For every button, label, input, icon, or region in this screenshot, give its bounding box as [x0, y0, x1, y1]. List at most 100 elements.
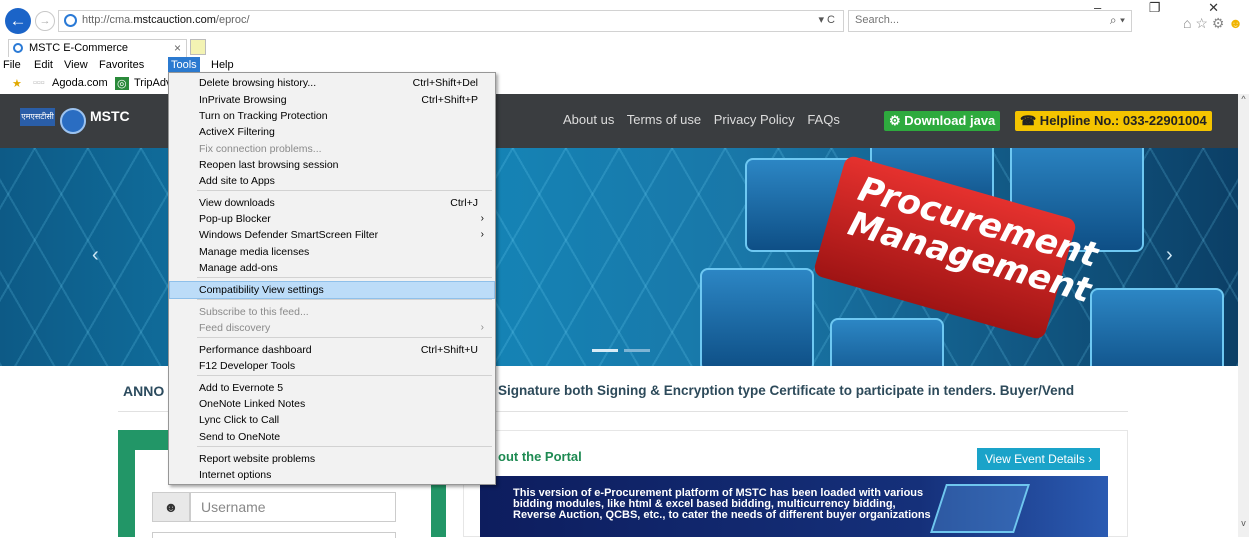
menu-help[interactable]: Help: [208, 57, 237, 73]
tools-menu-item[interactable]: Windows Defender SmartScreen Filter ›: [170, 227, 494, 243]
menu-separator: [197, 337, 492, 338]
menu-item-label: Delete browsing history...: [199, 77, 317, 89]
nav-terms[interactable]: Terms of use: [627, 112, 701, 127]
menu-item-label: View downloads: [199, 197, 275, 209]
username-input[interactable]: [190, 492, 396, 522]
menu-separator: [197, 190, 492, 191]
ie-page-icon: [64, 14, 77, 27]
announcement-label: ANNO: [123, 383, 165, 399]
carousel-prev-icon[interactable]: ‹: [92, 244, 99, 267]
scroll-up-icon[interactable]: ^: [1238, 94, 1249, 108]
menu-item-label: Add site to Apps: [199, 175, 275, 187]
menu-item-label: Subscribe to this feed...: [199, 306, 309, 318]
menu-item-label: Lync Click to Call: [199, 414, 280, 426]
menu-item-shortcut: Ctrl+Shift+Del: [412, 77, 478, 89]
menu-tools[interactable]: Tools: [168, 57, 200, 73]
portal-title: out the Portal: [498, 449, 582, 464]
scroll-down-icon[interactable]: v: [1238, 518, 1249, 532]
tools-menu-item[interactable]: F12 Developer Tools: [170, 358, 494, 374]
menu-item-label: Reopen last browsing session: [199, 159, 339, 171]
menu-view[interactable]: View: [61, 57, 91, 73]
tools-menu-item[interactable]: Manage media licenses: [170, 244, 494, 260]
menu-item-label: Pop-up Blocker: [199, 213, 271, 225]
nav-privacy[interactable]: Privacy Policy: [714, 112, 795, 127]
back-button[interactable]: ←: [5, 8, 31, 34]
password-field[interactable]: [152, 532, 396, 538]
menu-separator: [197, 375, 492, 376]
favorites-star-icon[interactable]: ★: [12, 77, 22, 90]
tools-menu-item[interactable]: Lync Click to Call: [170, 412, 494, 428]
search-input[interactable]: [855, 14, 1055, 26]
browser-tab[interactable]: MSTC E-Commerce ×: [8, 39, 187, 57]
keyboard-key: [830, 318, 944, 366]
view-event-details-button[interactable]: View Event Details ›: [977, 448, 1101, 470]
tripadvisor-icon: ◎: [115, 77, 129, 90]
tools-menu-item[interactable]: Send to OneNote: [170, 429, 494, 445]
menu-item-label: F12 Developer Tools: [199, 360, 296, 372]
tools-menu-item[interactable]: OneNote Linked Notes: [170, 396, 494, 412]
portal-description: This version of e-Procurement platform o…: [513, 487, 931, 521]
mstc-logo[interactable]: एमएसटीसी MSTC: [20, 108, 155, 134]
top-nav: About us Terms of use Privacy Policy FAQ…: [563, 112, 849, 127]
search-box[interactable]: ⌕ ▾: [848, 10, 1132, 32]
carousel-indicators: [592, 343, 656, 355]
menu-item-label: Send to OneNote: [199, 431, 281, 443]
tab-close-icon[interactable]: ×: [174, 41, 181, 55]
tools-menu-item[interactable]: Turn on Tracking Protection: [170, 108, 494, 124]
tools-menu-item[interactable]: Report website problems: [170, 451, 494, 467]
tools-menu-item[interactable]: Compatibility View settings: [169, 281, 495, 299]
keyboard-key: [1090, 288, 1224, 366]
submenu-arrow-icon: ›: [480, 213, 484, 224]
tools-menu-item[interactable]: Add site to Apps: [170, 173, 494, 189]
page-scrollbar[interactable]: [1238, 94, 1249, 537]
agoda-icon: ▫▫▫: [33, 77, 45, 89]
tools-menu-item[interactable]: Reopen last browsing session: [170, 157, 494, 173]
menu-bar: File Edit View Favorites Tools Help: [0, 57, 1249, 73]
tools-menu-item[interactable]: Add to Evernote 5: [170, 380, 494, 396]
menu-item-shortcut: Ctrl+J: [450, 197, 478, 209]
menu-item-label: InPrivate Browsing: [199, 94, 287, 106]
address-bar[interactable]: http://cma.mstcauction.com/eproc/ ▾ C: [58, 10, 844, 32]
menu-separator: [197, 277, 492, 278]
globe-icon: [60, 108, 86, 134]
carousel-dot[interactable]: [624, 349, 650, 352]
carousel-dot-active[interactable]: [592, 349, 618, 352]
forward-button[interactable]: →: [35, 11, 55, 31]
tools-menu-item[interactable]: Manage add-ons: [170, 260, 494, 276]
menu-item-label: Report website problems: [199, 453, 316, 465]
home-star-gear-icons[interactable]: ⌂ ☆ ⚙: [1183, 15, 1224, 31]
menu-item-label: Manage add-ons: [199, 262, 278, 274]
tools-menu-item[interactable]: InPrivate Browsing Ctrl+Shift+P: [170, 92, 494, 108]
tools-menu-item[interactable]: Performance dashboard Ctrl+Shift+U: [170, 342, 494, 358]
tools-dropdown-menu: Delete browsing history... Ctrl+Shift+Del…: [168, 72, 496, 485]
download-java-button[interactable]: ⚙ Download java: [884, 111, 1001, 131]
tools-menu-item[interactable]: Internet options: [170, 467, 494, 483]
url-text[interactable]: http://cma.mstcauction.com/eproc/: [82, 14, 250, 26]
menu-item-label: Feed discovery: [199, 322, 271, 334]
menu-item-label: ActiveX Filtering: [199, 126, 275, 138]
refresh-icon[interactable]: ▾ C: [818, 13, 835, 26]
favorite-tripadvisor[interactable]: TripAdv: [134, 77, 172, 89]
menu-item-label: Fix connection problems...: [199, 143, 322, 155]
keyboard-key: [700, 268, 814, 366]
menu-favorites[interactable]: Favorites: [96, 57, 147, 73]
toolbar-icons[interactable]: ⌂ ☆ ⚙ ☻: [1183, 15, 1243, 32]
nav-about-us[interactable]: About us: [563, 112, 614, 127]
carousel-next-icon[interactable]: ›: [1166, 244, 1173, 267]
menu-item-label: Windows Defender SmartScreen Filter: [199, 229, 379, 241]
menu-item-label: Turn on Tracking Protection: [199, 110, 328, 122]
favorite-agoda[interactable]: Agoda.com: [52, 77, 108, 89]
feedback-smiley-icon[interactable]: ☻: [1228, 15, 1243, 31]
tools-menu-item[interactable]: Delete browsing history... Ctrl+Shift+Del: [170, 75, 494, 91]
helpline-button[interactable]: ☎ Helpline No.: 033-22901004: [1015, 111, 1212, 131]
tools-menu-item[interactable]: Pop-up Blocker ›: [170, 211, 494, 227]
new-tab-button[interactable]: [190, 39, 206, 55]
menu-edit[interactable]: Edit: [31, 57, 56, 73]
window-controls[interactable]: – ❐ ✕: [1094, 0, 1241, 16]
menu-separator: [197, 299, 492, 300]
tools-menu-item[interactable]: ActiveX Filtering: [170, 124, 494, 140]
tools-menu-item[interactable]: View downloads Ctrl+J: [170, 195, 494, 211]
menu-file[interactable]: File: [0, 57, 24, 73]
menu-item-label: Add to Evernote 5: [199, 382, 284, 394]
nav-faqs[interactable]: FAQs: [807, 112, 840, 127]
